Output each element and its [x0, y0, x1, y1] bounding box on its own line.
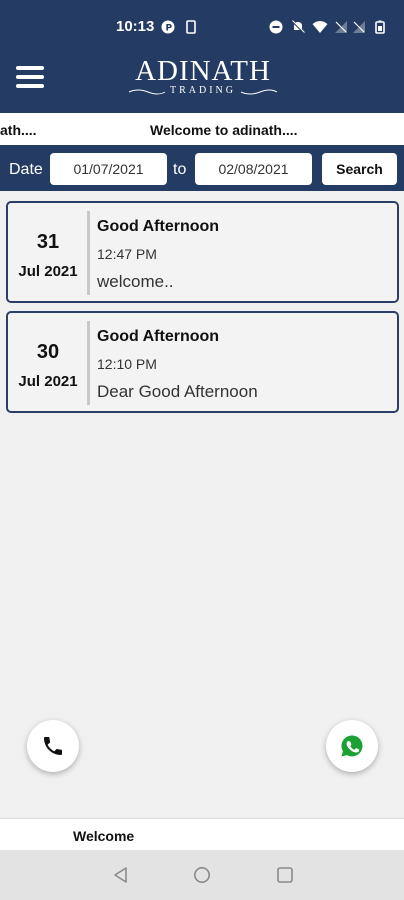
wifi-icon	[312, 21, 328, 33]
card-day: 31	[36, 231, 60, 253]
battery-icon	[375, 20, 385, 34]
date-filter-bar: Date to Search	[0, 145, 404, 191]
tab-welcome[interactable]: Welcome	[73, 828, 134, 844]
app-header: 10:13 P ADINATH TRADING	[0, 0, 404, 113]
signal-icon-2	[353, 21, 365, 33]
card-title: Good Afternoon	[97, 218, 220, 235]
logo-swirl-right	[240, 89, 278, 95]
card-divider	[87, 211, 90, 295]
card-month-year: Jul 2021	[18, 373, 78, 390]
app-notification-icon: P	[161, 20, 175, 34]
recents-icon[interactable]	[276, 866, 294, 884]
sim-icon	[186, 20, 196, 34]
marquee-text-main: Welcome to adinath....	[150, 122, 298, 138]
logo-main-text: ADINATH	[135, 55, 271, 87]
status-bar: 10:13 P	[0, 12, 404, 42]
card-day: 30	[36, 341, 60, 363]
marquee-text-left: ath....	[0, 122, 37, 138]
system-navigation-bar	[0, 850, 404, 900]
card-time: 12:47 PM	[97, 246, 157, 262]
back-icon[interactable]	[112, 866, 130, 884]
logo-swirl-left	[128, 89, 166, 95]
brand-logo: ADINATH TRADING	[128, 56, 278, 100]
date-label: Date	[9, 161, 43, 178]
hamburger-menu-icon[interactable]	[16, 66, 44, 90]
card-time: 12:10 PM	[97, 356, 157, 372]
do-not-disturb-icon	[269, 20, 283, 34]
card-message: welcome..	[97, 272, 174, 291]
notification-card[interactable]: 30 Jul 2021 Good Afternoon 12:10 PM Dear…	[6, 311, 399, 413]
phone-icon	[44, 737, 62, 755]
card-message: Dear Good Afternoon	[97, 382, 258, 401]
home-icon[interactable]	[193, 866, 211, 884]
svg-text:P: P	[166, 24, 173, 34]
whatsapp-button[interactable]	[326, 720, 378, 772]
search-button[interactable]: Search	[322, 153, 397, 185]
card-title: Good Afternoon	[97, 328, 220, 345]
call-button[interactable]	[27, 720, 79, 772]
card-divider	[87, 321, 90, 405]
bottom-tab-bar: Welcome	[0, 818, 404, 850]
card-month-year: Jul 2021	[18, 263, 78, 280]
signal-icon-1	[335, 21, 347, 33]
status-time: 10:13	[116, 18, 155, 35]
to-label: to	[173, 161, 187, 178]
whatsapp-icon	[341, 735, 363, 757]
mute-bell-icon	[291, 20, 305, 34]
welcome-marquee: ath.... Welcome to adinath....	[0, 113, 404, 145]
notification-card[interactable]: 31 Jul 2021 Good Afternoon 12:47 PM welc…	[6, 201, 399, 303]
to-date-input[interactable]	[195, 153, 312, 185]
from-date-input[interactable]	[50, 153, 167, 185]
